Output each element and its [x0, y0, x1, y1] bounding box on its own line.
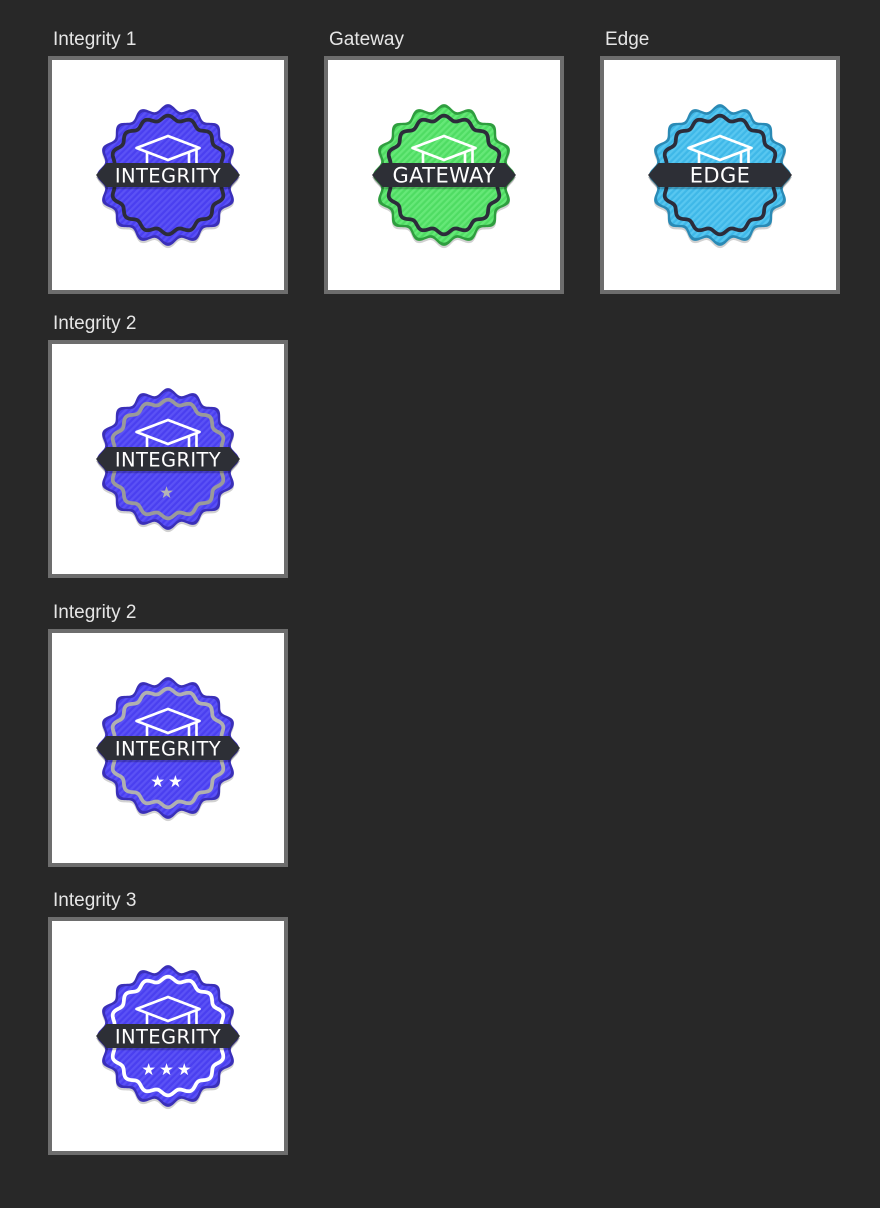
badge-tile-gateway[interactable]: Gateway GATEWAY: [324, 26, 564, 294]
edge-badge-icon: EDGE: [648, 104, 792, 249]
svg-text:GATEWAY: GATEWAY: [393, 164, 496, 188]
svg-text:EDGE: EDGE: [690, 164, 750, 188]
tile-label: Integrity 2: [53, 602, 137, 623]
badge-tile-integrity-1[interactable]: Integrity 1 INTEGRITY: [48, 26, 288, 294]
svg-text:INTEGRITY: INTEGRITY: [115, 1026, 221, 1049]
badge-thumbnail[interactable]: INTEGRITY ★: [48, 340, 288, 578]
badge-thumbnail[interactable]: INTEGRITY ★★★: [48, 917, 288, 1155]
badge-thumbnail[interactable]: INTEGRITY: [48, 56, 288, 294]
tile-label: Integrity 2: [53, 313, 137, 334]
star-icon: ★★★: [141, 1060, 194, 1079]
tile-label: Integrity 3: [53, 890, 137, 911]
star-icon: ★★: [150, 772, 186, 791]
svg-text:INTEGRITY: INTEGRITY: [115, 449, 221, 472]
gateway-badge-icon: GATEWAY: [372, 104, 516, 249]
svg-text:INTEGRITY: INTEGRITY: [115, 738, 221, 761]
tile-label: Integrity 1: [53, 29, 137, 50]
integrity-badge-icon: INTEGRITY: [96, 104, 240, 249]
integrity-badge-icon: INTEGRITY ★★★: [96, 965, 240, 1110]
star-icon: ★: [159, 483, 177, 502]
tile-label: Edge: [605, 29, 650, 50]
svg-text:INTEGRITY: INTEGRITY: [115, 165, 221, 188]
tile-label: Gateway: [329, 29, 404, 50]
badge-tile-integrity-2-two-star[interactable]: Integrity 2 INTEGRITY ★★: [48, 599, 288, 867]
integrity-badge-icon: INTEGRITY ★★: [96, 677, 240, 822]
badge-thumbnail[interactable]: GATEWAY: [324, 56, 564, 294]
integrity-badge-icon: INTEGRITY ★: [96, 388, 240, 533]
badge-thumbnail[interactable]: EDGE: [600, 56, 840, 294]
badge-tile-edge[interactable]: Edge EDGE: [600, 26, 840, 294]
badge-thumbnail[interactable]: INTEGRITY ★★: [48, 629, 288, 867]
badge-tile-integrity-3[interactable]: Integrity 3 INTEGRITY ★★★: [48, 887, 288, 1155]
badge-tile-integrity-2-one-star[interactable]: Integrity 2 INTEGRITY ★: [48, 310, 288, 578]
